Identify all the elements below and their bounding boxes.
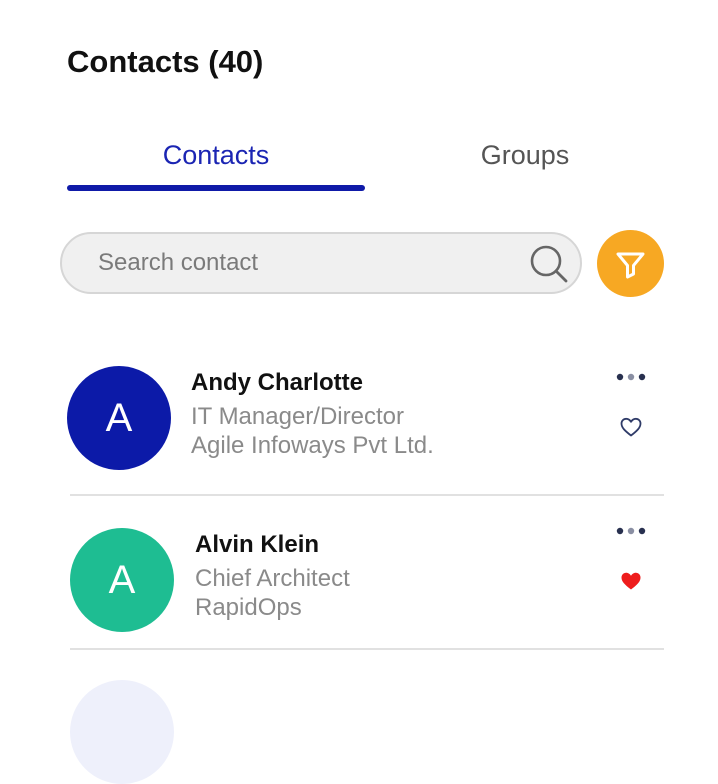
contact-name: Alvin Klein bbox=[195, 531, 320, 558]
page-title: Contacts (40) bbox=[67, 44, 264, 79]
search-bar[interactable] bbox=[60, 232, 582, 294]
heart-filled-icon[interactable] bbox=[619, 570, 643, 592]
active-tab-indicator bbox=[67, 185, 365, 191]
divider bbox=[70, 648, 664, 650]
filter-icon bbox=[616, 252, 645, 279]
search-input[interactable] bbox=[98, 234, 518, 292]
contact-name: Andy Charlotte bbox=[191, 369, 364, 396]
avatar bbox=[70, 680, 174, 784]
more-icon[interactable] bbox=[613, 524, 649, 538]
filter-button[interactable] bbox=[597, 230, 664, 297]
contact-role: Chief Architect bbox=[195, 565, 350, 592]
contact-company: Agile Infoways Pvt Ltd. bbox=[191, 432, 434, 459]
tab-bar: Contacts Groups bbox=[67, 135, 667, 195]
contact-list-item[interactable]: A Andy Charlotte IT Manager/Director Agi… bbox=[0, 348, 718, 498]
tab-contacts[interactable]: Contacts bbox=[67, 135, 365, 191]
contact-role: IT Manager/Director bbox=[191, 403, 404, 430]
divider bbox=[70, 494, 664, 496]
contact-company: RapidOps bbox=[195, 594, 302, 621]
more-icon[interactable] bbox=[613, 370, 649, 384]
search-icon[interactable] bbox=[528, 243, 570, 285]
avatar: A bbox=[70, 528, 174, 632]
tab-groups[interactable]: Groups bbox=[375, 135, 675, 191]
avatar: A bbox=[67, 366, 171, 470]
heart-outline-icon[interactable] bbox=[619, 416, 643, 438]
contact-list-item[interactable]: A Alvin Klein Chief Architect RapidOps bbox=[0, 510, 718, 660]
